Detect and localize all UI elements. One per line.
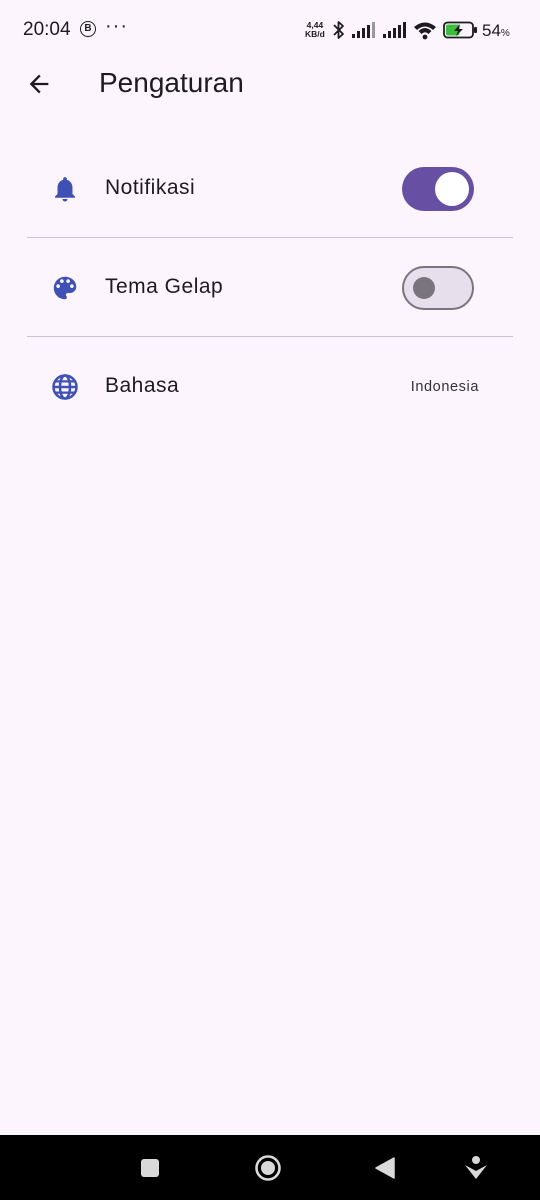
wifi-icon (414, 22, 436, 40)
setting-label: Tema Gelap (105, 275, 224, 298)
switch-thumb (413, 277, 435, 299)
battery-percent-sign: % (500, 28, 510, 39)
palette-icon (53, 276, 77, 300)
language-value: Indonesia (410, 379, 479, 395)
notifications-switch[interactable] (402, 167, 474, 211)
bluetooth-icon (333, 21, 344, 39)
dark-theme-switch[interactable] (402, 266, 474, 310)
status-time: 20:04 (23, 19, 71, 40)
globe-icon (52, 374, 78, 400)
recents-button[interactable] (135, 1153, 165, 1183)
network-speed-unit: KB/d (305, 29, 325, 39)
setting-row-notifications[interactable]: Notifikasi (0, 139, 540, 238)
setting-row-dark-theme[interactable]: Tema Gelap (0, 238, 540, 337)
navigation-bar (0, 1135, 540, 1200)
signal-icon (383, 22, 406, 38)
home-button[interactable] (253, 1153, 283, 1183)
system-back-button[interactable] (370, 1153, 400, 1183)
setting-label: Bahasa (105, 374, 180, 397)
back-icon (375, 1157, 395, 1179)
battery-percent: 54% (482, 21, 510, 41)
status-bar: 20:04 B ··· 4,44 KB/d 54% (0, 0, 540, 60)
notification-badge-icon: B (80, 21, 96, 37)
back-button[interactable] (18, 63, 60, 105)
battery-percent-value: 54 (482, 21, 501, 40)
bell-icon (55, 177, 75, 202)
app-bar: Pengaturan (0, 60, 540, 110)
setting-row-language[interactable]: Bahasa Indonesia (0, 337, 540, 436)
arrow-back-icon (29, 74, 49, 94)
assistant-icon (465, 1156, 487, 1179)
network-speed: 4,44 KB/d (305, 21, 325, 39)
page-title: Pengaturan (99, 67, 244, 98)
home-icon (255, 1155, 281, 1181)
assistant-button[interactable] (461, 1153, 491, 1183)
switch-thumb (435, 172, 469, 206)
settings-list: Notifikasi Tema Gelap Bahasa Indonesia (0, 139, 540, 436)
more-notifications-icon: ··· (105, 15, 128, 37)
recents-icon (141, 1159, 159, 1177)
signal-icon (352, 22, 375, 38)
battery-charging-icon (443, 21, 477, 39)
setting-label: Notifikasi (105, 176, 196, 199)
